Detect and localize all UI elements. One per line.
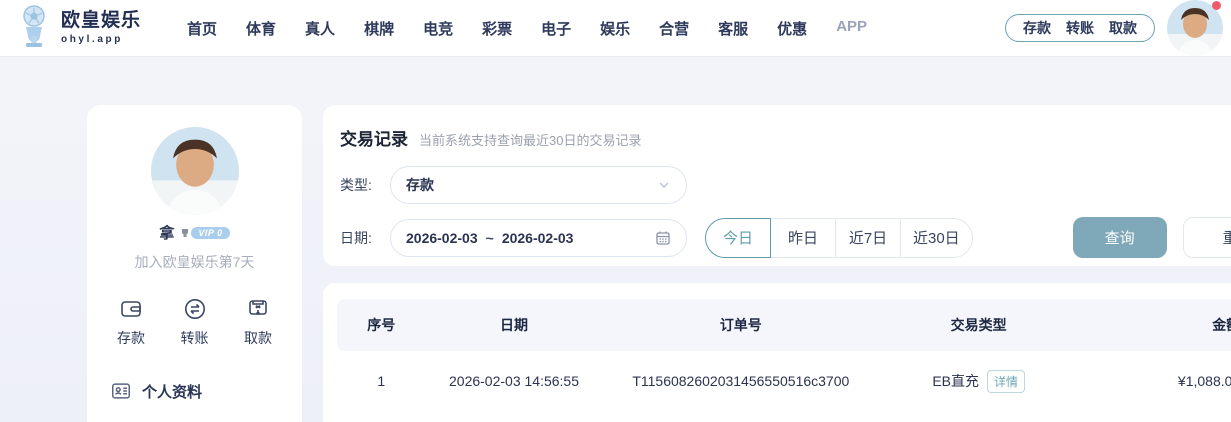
type-label: 类型:	[340, 177, 372, 193]
date-range-separator: ~	[485, 229, 494, 246]
username: 拿	[159, 225, 175, 242]
notification-dot	[1212, 1, 1221, 10]
user-avatar[interactable]	[1167, 0, 1223, 56]
cell-date: 2026-02-03 14:56:55	[449, 373, 579, 389]
nav-item-support[interactable]: 客服	[718, 18, 748, 39]
trophy-ball-logo-icon	[14, 5, 54, 51]
brand-name: 欧皇娱乐	[61, 10, 142, 32]
quick-action-label: 存款	[117, 330, 145, 346]
menu-item-label: 个人资料	[142, 383, 203, 401]
range-today-button[interactable]: 今日	[705, 217, 771, 258]
nav-item-slots[interactable]: 电子	[541, 18, 571, 39]
table-row: 1 2026-02-03 14:56:55 T11560826020314565…	[337, 351, 1231, 411]
transaction-filter-card: 交易记录 当前系统支持查询最近30日的交易记录 类型: 存款 日期: 2026-…	[323, 105, 1231, 266]
quick-range-group: 今日 昨日 近7日 近30日	[705, 217, 973, 258]
sidebar-transfer-action[interactable]: 转账	[169, 296, 221, 348]
brand-domain: ohyl.app	[61, 33, 123, 45]
header-right: 存款 转账 取款	[1005, 0, 1223, 56]
transaction-table-card: 序号 日期 订单号 交易类型 金额 1 2026-02-03 14:56:55 …	[323, 283, 1231, 422]
cell-order-no: T1156082602031456550516c3700	[632, 373, 850, 389]
nav-item-home[interactable]: 首页	[187, 18, 217, 39]
nav-item-live-casino[interactable]: 真人	[305, 18, 335, 39]
nav-item-sports[interactable]: 体育	[246, 18, 276, 39]
reset-button[interactable]: 重置	[1182, 217, 1231, 258]
wallet-icon	[105, 296, 157, 322]
title-row: 交易记录 当前系统支持查询最近30日的交易记录	[340, 125, 1231, 150]
avatar-image	[150, 127, 239, 215]
vip-badge: VIP 0	[179, 226, 230, 239]
search-button[interactable]: 查询	[1072, 217, 1167, 258]
detail-tag-button[interactable]: 详情	[987, 369, 1026, 393]
vip-trophy-icon	[182, 228, 189, 237]
range-30days-button[interactable]: 近30日	[900, 217, 973, 258]
sidebar-withdraw-action[interactable]: 取款	[232, 296, 284, 348]
date-end-value: 2026-02-03	[501, 229, 574, 246]
nav-item-app[interactable]: APP	[836, 18, 867, 39]
type-filter-row: 类型: 存款	[340, 166, 1231, 204]
nav-item-lottery[interactable]: 彩票	[482, 18, 512, 39]
username-row: 拿 VIP 0	[87, 222, 302, 243]
header-withdraw-link[interactable]: 取款	[1109, 18, 1137, 38]
join-days-text: 加入欧皇娱乐第7天	[134, 254, 255, 270]
brand-logo[interactable]: 欧皇娱乐 ohyl.app	[14, 5, 141, 51]
calendar-icon	[655, 230, 671, 246]
sidebar-menu: 个人资料 VIP特权	[87, 380, 302, 422]
profile-avatar	[150, 127, 239, 215]
nav-item-promotions[interactable]: 优惠	[777, 18, 807, 39]
date-start-value: 2026-02-03	[406, 229, 478, 246]
col-header-index: 序号	[337, 299, 426, 351]
chevron-down-icon	[657, 178, 671, 192]
page-subtitle: 当前系统支持查询最近30日的交易记录	[419, 133, 642, 148]
cell-index: 1	[377, 373, 386, 389]
brand-text: 欧皇娱乐 ohyl.app	[61, 10, 142, 45]
main-nav: 首页 体育 真人 棋牌 电竞 彩票 电子 娱乐 合营 客服 优惠 APP	[187, 18, 867, 39]
nav-item-card-games[interactable]: 棋牌	[364, 18, 394, 39]
col-header-type: 交易类型	[879, 299, 1079, 351]
profile-sidebar: 拿 VIP 0 加入欧皇娱乐第7天 存款 转账 取款 个人资料	[87, 105, 302, 422]
header-deposit-link[interactable]: 存款	[1023, 18, 1051, 38]
date-label: 日期:	[340, 229, 372, 246]
sidebar-item-profile[interactable]: 个人资料	[110, 380, 302, 402]
atm-icon	[232, 296, 284, 322]
wallet-actions-pill: 存款 转账 取款	[1005, 14, 1155, 42]
vip-level-label: VIP 0	[191, 226, 230, 239]
col-header-date: 日期	[425, 299, 603, 351]
header-transfer-link[interactable]: 转账	[1066, 18, 1094, 38]
quick-action-label: 转账	[180, 330, 209, 346]
date-range-input[interactable]: 2026-02-03 ~ 2026-02-03	[390, 218, 687, 257]
type-select-value: 存款	[406, 177, 434, 193]
page-title: 交易记录	[340, 130, 408, 149]
cell-type: EB直充 详情	[879, 351, 1078, 411]
top-header: 欧皇娱乐 ohyl.app 首页 体育 真人 棋牌 电竞 彩票 电子 娱乐 合营…	[0, 0, 1231, 57]
col-header-amount: 金额	[1078, 299, 1231, 351]
table-header-row: 序号 日期 订单号 交易类型 金额	[337, 299, 1231, 351]
date-filter-row: 日期: 2026-02-03 ~ 2026-02-03 今日 昨日 近7日 近3…	[340, 217, 1231, 258]
nav-item-esports[interactable]: 电竞	[423, 18, 453, 39]
transaction-table: 序号 日期 订单号 交易类型 金额 1 2026-02-03 14:56:55 …	[337, 299, 1231, 411]
quick-action-label: 取款	[244, 330, 272, 346]
transaction-type: EB直充	[932, 372, 980, 389]
cell-amount: ¥1,088.00	[1177, 373, 1231, 389]
transfer-icon	[169, 296, 221, 322]
sidebar-deposit-action[interactable]: 存款	[105, 296, 157, 348]
nav-item-entertainment[interactable]: 娱乐	[600, 18, 630, 39]
col-header-order-no: 订单号	[602, 299, 880, 351]
range-yesterday-button[interactable]: 昨日	[770, 217, 836, 258]
nav-item-partnership[interactable]: 合营	[659, 18, 689, 39]
quick-actions: 存款 转账 取款	[87, 296, 302, 348]
id-card-icon	[110, 380, 132, 402]
type-select[interactable]: 存款	[390, 166, 687, 204]
range-7days-button[interactable]: 近7日	[835, 217, 901, 258]
